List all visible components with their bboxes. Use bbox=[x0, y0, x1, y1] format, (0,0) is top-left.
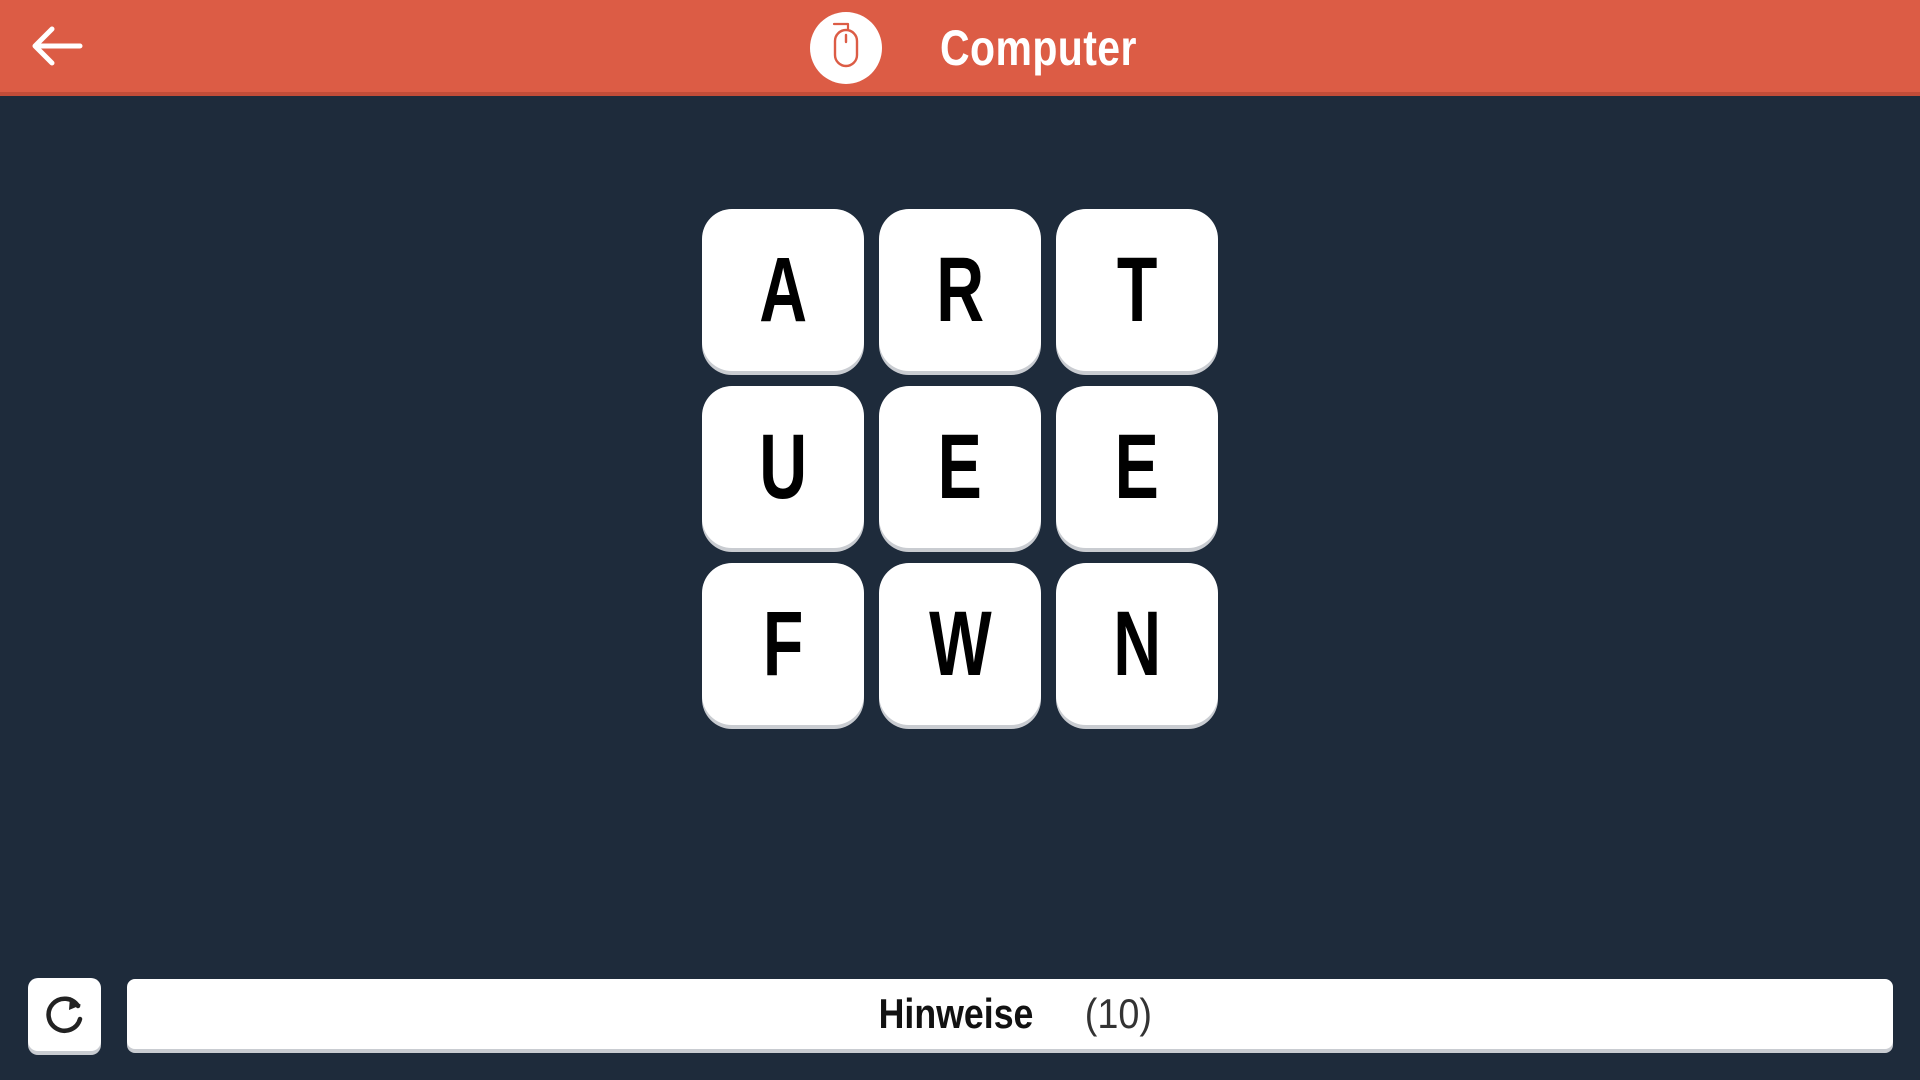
letter-tile[interactable]: U bbox=[702, 386, 864, 548]
page-title: Computer bbox=[940, 20, 1137, 76]
letter-tile[interactable]: A bbox=[702, 209, 864, 371]
letter-tile[interactable]: F bbox=[702, 563, 864, 725]
hint-count: (10) bbox=[1084, 990, 1152, 1037]
reset-button[interactable] bbox=[28, 978, 101, 1051]
hint-button[interactable]: Hinweise (10) bbox=[127, 979, 1893, 1049]
category-icon-badge bbox=[810, 12, 882, 84]
top-bar: Computer bbox=[0, 0, 1920, 96]
tile-letter: F bbox=[762, 592, 804, 695]
tile-letter: E bbox=[937, 415, 983, 518]
letter-tile[interactable]: W bbox=[879, 563, 1041, 725]
reset-icon bbox=[41, 989, 89, 1041]
mouse-icon bbox=[826, 18, 866, 78]
tile-letter: R bbox=[936, 238, 984, 341]
letter-tile[interactable]: T bbox=[1056, 209, 1218, 371]
tile-letter: U bbox=[759, 415, 807, 518]
letter-tile[interactable]: R bbox=[879, 209, 1041, 371]
tile-letter: N bbox=[1113, 592, 1161, 695]
letter-grid: A R T U E E F W N bbox=[702, 209, 1218, 725]
letter-tile[interactable]: N bbox=[1056, 563, 1218, 725]
letter-tile[interactable]: E bbox=[1056, 386, 1218, 548]
tile-letter: T bbox=[1116, 238, 1158, 341]
tile-letter: A bbox=[759, 238, 807, 341]
back-button[interactable] bbox=[18, 12, 94, 84]
hint-label: Hinweise bbox=[878, 990, 1034, 1037]
tile-letter: W bbox=[928, 592, 992, 695]
tile-letter: E bbox=[1114, 415, 1160, 518]
letter-tile[interactable]: E bbox=[879, 386, 1041, 548]
arrow-left-icon bbox=[28, 24, 84, 72]
